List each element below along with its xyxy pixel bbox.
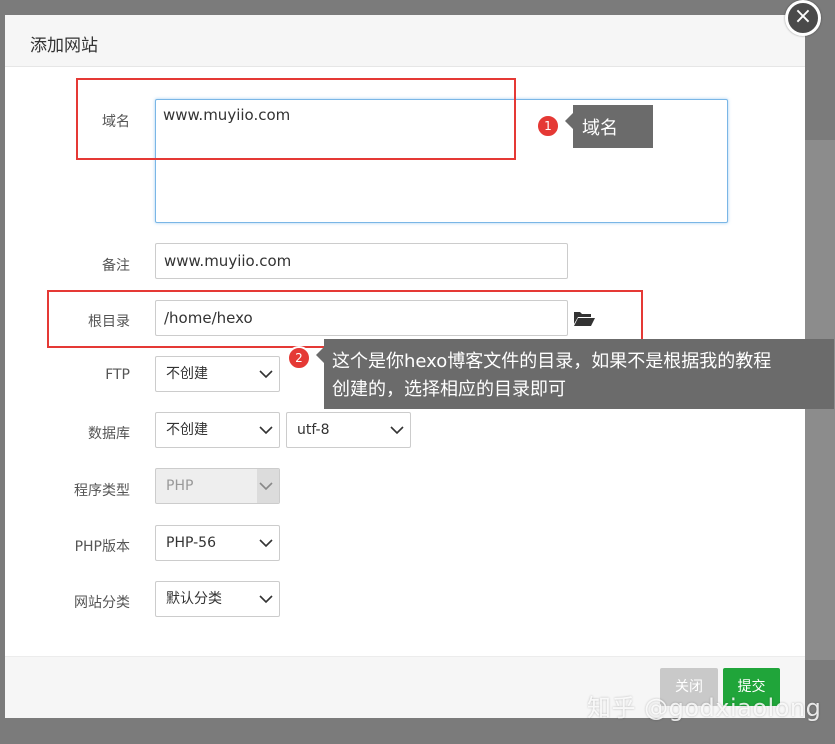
annotation-badge-2: 2 bbox=[287, 346, 311, 370]
database-label: 数据库 bbox=[88, 426, 130, 442]
site-category-value: 默认分类 bbox=[166, 591, 222, 607]
watermark: 知乎 @godxiaolong bbox=[587, 694, 822, 722]
chevron-down-icon bbox=[390, 426, 404, 435]
chevron-down-icon bbox=[259, 482, 273, 491]
annotation-tooltip-1: 域名 bbox=[565, 105, 653, 148]
program-type-label: 程序类型 bbox=[74, 483, 130, 499]
close-dialog-button[interactable]: × bbox=[785, 0, 821, 36]
database-select-value: 不创建 bbox=[166, 422, 208, 438]
dialog-header: 添加网站 bbox=[5, 15, 805, 67]
ftp-select[interactable]: 不创建 bbox=[155, 356, 280, 392]
annotation-text-2-line1: 这个是你hexo博客文件的目录，如果不是根据我的教程 bbox=[332, 351, 772, 372]
annotation-badge-1: 1 bbox=[536, 114, 560, 138]
php-version-select[interactable]: PHP-56 bbox=[155, 525, 280, 561]
close-icon: × bbox=[793, 4, 813, 29]
charset-select[interactable]: utf-8 bbox=[286, 412, 411, 448]
annotation-text-1: 域名 bbox=[582, 118, 618, 139]
ftp-label: FTP bbox=[105, 367, 130, 383]
domain-highlight-box bbox=[76, 78, 516, 160]
php-version-value: PHP-56 bbox=[166, 535, 216, 551]
php-version-label: PHP版本 bbox=[74, 539, 130, 555]
charset-select-value: utf-8 bbox=[297, 422, 330, 438]
site-category-select[interactable]: 默认分类 bbox=[155, 581, 280, 617]
remark-input[interactable]: www.muyiio.com bbox=[155, 243, 568, 279]
chevron-down-icon bbox=[259, 426, 273, 435]
site-category-label: 网站分类 bbox=[74, 595, 130, 611]
database-select[interactable]: 不创建 bbox=[155, 412, 280, 448]
annotation-text-2-line2: 创建的，选择相应的目录即可 bbox=[332, 379, 566, 400]
chevron-down-icon bbox=[259, 370, 273, 379]
program-type-select: PHP bbox=[155, 468, 280, 504]
chevron-down-icon bbox=[259, 595, 273, 604]
dialog-title: 添加网站 bbox=[30, 36, 98, 56]
program-type-value: PHP bbox=[166, 478, 194, 494]
remark-label: 备注 bbox=[102, 258, 130, 274]
ftp-select-value: 不创建 bbox=[166, 366, 208, 382]
chevron-down-icon bbox=[259, 539, 273, 548]
annotation-tooltip-2: 这个是你hexo博客文件的目录，如果不是根据我的教程 创建的，选择相应的目录即可 bbox=[316, 339, 834, 409]
